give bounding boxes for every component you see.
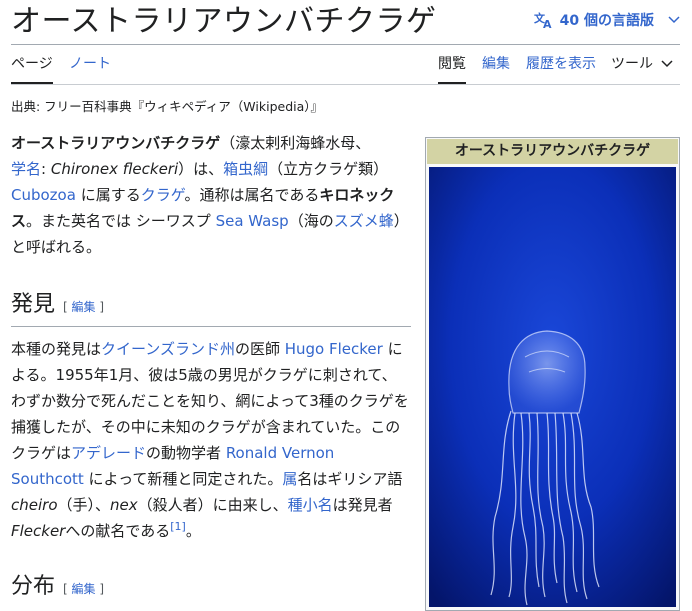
- infobox-title: オーストラリアウンバチクラゲ: [427, 139, 678, 164]
- para-text: への献名である: [65, 522, 171, 540]
- kurage-link[interactable]: クラゲ: [141, 186, 185, 204]
- edit-section-discovery[interactable]: [ 編集 ]: [63, 300, 104, 314]
- chevron-down-icon: [661, 60, 673, 68]
- lead-text: に属する: [75, 186, 141, 204]
- tabs-divider: [11, 84, 680, 85]
- heading-discovery-text: 発見: [11, 292, 56, 317]
- para-text: （殺人者）に由来し、: [137, 496, 288, 514]
- edit-section-link[interactable]: 編集: [72, 300, 96, 314]
- language-button-label: 40 個の言語版: [559, 13, 654, 29]
- queensland-link[interactable]: クイーンズランド州: [101, 340, 235, 358]
- para-text: によって新種と同定された。: [83, 470, 283, 488]
- heading-distribution-text: 分布: [11, 574, 56, 599]
- para-text: の医師: [234, 340, 285, 358]
- lead-text: :: [41, 160, 51, 178]
- lead-paragraph: オーストラリアウンバチクラゲ（濠太剌利海蜂水母、 学名: Chironex fl…: [11, 130, 409, 260]
- chevron-down-icon: [668, 16, 680, 24]
- lead-text: 。通称は属名である: [184, 186, 320, 204]
- greek-word: cheiro: [11, 496, 58, 514]
- box-jellyfish-photo[interactable]: [429, 167, 676, 607]
- source-line: 出典: フリー百科事典『ウィキペディア（Wikipedia）』: [11, 99, 324, 114]
- tab-read[interactable]: 閲覧: [438, 52, 466, 84]
- genus-link[interactable]: 属: [282, 470, 297, 488]
- page-title: オーストラリアウンバチクラゲ: [11, 4, 437, 39]
- para-text: 本種の発見は: [11, 340, 102, 358]
- suzumebachi-link[interactable]: スズメ蜂: [334, 212, 394, 230]
- tools-label: ツール: [611, 56, 653, 72]
- species-link[interactable]: 種小名: [288, 496, 333, 514]
- lead-text: （立方クラゲ類）: [268, 160, 389, 178]
- discoverer-name: Flecker: [11, 522, 66, 540]
- lead-text: 。また英名では シーワスプ: [26, 212, 216, 230]
- tab-page[interactable]: ページ: [11, 52, 53, 84]
- language-button[interactable]: 文 A 40 個の言語版: [534, 10, 680, 30]
- discovery-paragraph: 本種の発見はクイーンズランド州の医師 Hugo Flecker による。1955…: [11, 336, 411, 544]
- heading-discovery: 発見 [ 編集 ]: [11, 290, 104, 322]
- tab-edit[interactable]: 編集: [482, 52, 510, 84]
- infobox: オーストラリアウンバチクラゲ: [425, 137, 680, 611]
- tab-talk[interactable]: ノート: [69, 52, 111, 84]
- translate-icon: 文 A: [534, 11, 552, 29]
- svg-text:A: A: [543, 18, 552, 29]
- lead-text: ）は、: [178, 160, 224, 178]
- flecker-link[interactable]: Hugo Flecker: [285, 340, 383, 358]
- edit-section-link[interactable]: 編集: [72, 582, 96, 596]
- scientific-name: Chironex fleckeri: [50, 160, 179, 178]
- greek-word: nex: [110, 496, 138, 514]
- para-text: 。: [185, 522, 201, 540]
- jellyfish-image: [429, 167, 676, 607]
- tools-menu[interactable]: ツール: [611, 52, 673, 84]
- edit-section-distribution[interactable]: [ 編集 ]: [63, 582, 104, 596]
- adelaide-link[interactable]: アデレード: [71, 444, 146, 462]
- reference-link[interactable]: [1]: [170, 520, 186, 533]
- title-divider: [11, 44, 680, 45]
- class-link[interactable]: 箱虫綱: [223, 160, 268, 178]
- article-name: オーストラリアウンバチクラゲ: [11, 134, 221, 152]
- cubozoa-link[interactable]: Cubozoa: [11, 186, 76, 204]
- para-text: は発見者: [332, 496, 393, 514]
- para-text: の動物学者: [146, 444, 226, 462]
- lead-text: （海の: [288, 212, 334, 230]
- page-tabs: ページ ノート 閲覧 編集 履歴を表示 ツール: [11, 52, 680, 84]
- tab-history[interactable]: 履歴を表示: [526, 52, 596, 84]
- sea-wasp-link[interactable]: Sea Wasp: [216, 212, 289, 230]
- heading-distribution: 分布 [ 編集 ]: [11, 572, 104, 604]
- heading-divider: [11, 326, 411, 327]
- lead-text: （濠太剌利海蜂水母、: [220, 134, 371, 152]
- para-text: （手）、: [57, 496, 111, 514]
- para-text: 名はギリシア語: [297, 470, 403, 488]
- sci-name-link[interactable]: 学名: [11, 160, 41, 178]
